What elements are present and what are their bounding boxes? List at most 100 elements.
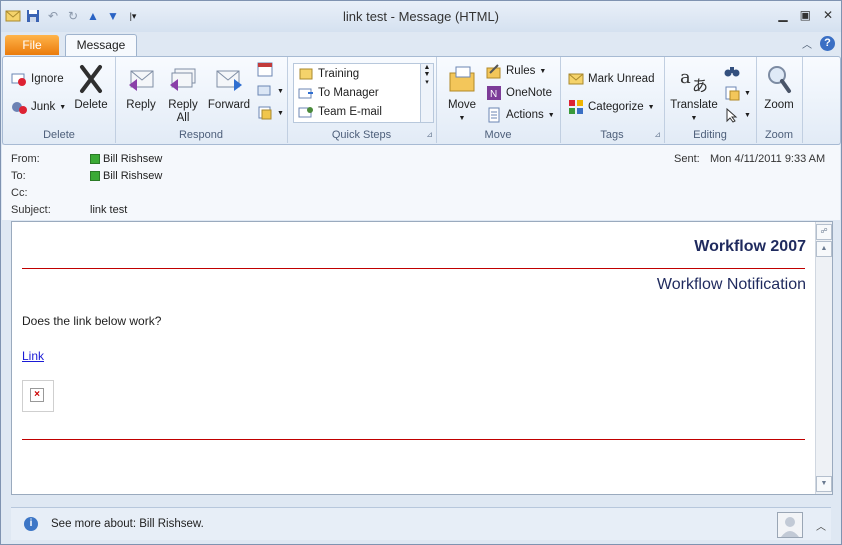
maximize-icon[interactable]: ▣ [800, 8, 811, 22]
cc-label: Cc: [11, 187, 28, 199]
magnifier-icon [763, 63, 795, 95]
tab-message[interactable]: Message [65, 34, 137, 57]
meeting-icon [257, 61, 273, 77]
meeting-button[interactable] [257, 61, 273, 77]
ignore-button[interactable]: Ignore [11, 71, 64, 87]
mark-unread-icon [568, 71, 584, 87]
close-icon[interactable]: ✕ [823, 8, 833, 22]
editing-group: aあ Translate ▼ ▼ ▼ Editing [664, 57, 757, 143]
collapse-ribbon-icon[interactable]: ︿ [802, 36, 812, 51]
svg-text:a: a [680, 67, 691, 88]
reply-all-icon [167, 63, 199, 95]
scroll-up-icon[interactable]: ▲ [816, 241, 832, 257]
cursor-icon [724, 107, 740, 123]
reply-icon [125, 63, 157, 95]
avatar[interactable] [777, 512, 803, 538]
im-button[interactable]: ▼ [257, 83, 284, 99]
training-icon [298, 66, 314, 82]
related-button[interactable]: ▼ [724, 85, 751, 101]
chevron-down-icon: ▼ [744, 89, 751, 97]
more-respond-button[interactable]: ▼ [257, 105, 284, 121]
zoom-group: Zoom Zoom [756, 57, 803, 143]
onenote-icon: N [486, 85, 502, 101]
junk-button[interactable]: Junk ▼ [11, 99, 66, 115]
tags-group-label: Tags [600, 129, 624, 141]
categorize-icon [568, 99, 584, 115]
expand-people-pane-icon[interactable]: ︿ [816, 518, 826, 533]
mark-unread-button[interactable]: Mark Unread [568, 71, 654, 87]
editing-group-label: Editing [693, 129, 727, 141]
translate-icon: aあ [678, 63, 710, 95]
svg-text:あ: あ [692, 76, 708, 95]
presence-icon [90, 171, 100, 181]
svg-text:N: N [490, 89, 497, 100]
people-pane: i See more about: Bill Rishsew. ︿ [11, 507, 831, 540]
dialog-launcher-icon[interactable]: ⊿ [654, 130, 661, 139]
window-title: link test - Message (HTML) [342, 9, 500, 24]
forward-button[interactable]: Forward [205, 63, 253, 112]
chevron-down-icon: ▼ [690, 115, 698, 122]
junk-icon [11, 99, 27, 115]
help-area: ︿ ? [802, 36, 835, 51]
actions-icon [486, 107, 502, 123]
quick-step-training[interactable]: Training [294, 64, 420, 83]
reply-button[interactable]: Reply [121, 63, 161, 112]
from-value[interactable]: Bill Rishsew [90, 153, 162, 165]
find-button[interactable] [724, 63, 740, 79]
select-button[interactable]: ▼ [724, 107, 751, 123]
delete-group-label: Delete [43, 129, 75, 141]
quick-steps-group: Training To Manager Team E-mail ▲ ▼ ▾ Quic… [287, 57, 437, 143]
sent-label: Sent: [674, 153, 700, 165]
reply-all-button[interactable]: Reply All [163, 63, 203, 125]
ignore-icon [11, 71, 27, 87]
binoculars-icon [724, 63, 740, 79]
quick-step-to-manager[interactable]: To Manager [294, 83, 420, 102]
onenote-button[interactable]: N OneNote [486, 85, 552, 101]
ribbon: Ignore Junk ▼ Delete Delete Reply Reply … [2, 56, 841, 145]
info-icon: i [24, 517, 38, 531]
quick-steps-group-label: Quick Steps [331, 129, 392, 141]
see-more-text[interactable]: See more about: Bill Rishsew. [51, 518, 204, 530]
chevron-down-icon: ▼ [647, 103, 655, 111]
chevron-down-icon: ▼ [277, 87, 284, 95]
forward-icon [213, 63, 245, 95]
categorize-button[interactable]: Categorize ▼ [568, 99, 655, 115]
quick-steps-scroll[interactable]: ▲ ▼ ▾ [420, 63, 434, 123]
message-header: From: Bill Rishsew To: Bill Rishsew Cc: … [2, 145, 840, 220]
outlook-message-window: ↶ ↻ ▲ ▼ |▾ link test - Message (HTML) ▁ … [0, 0, 842, 545]
chevron-down-icon: ▼ [539, 67, 547, 75]
delete-button[interactable]: Delete [71, 63, 111, 112]
move-group: Move ▼ Rules ▼ N OneNote Actions ▼ Move [436, 57, 561, 143]
vertical-scrollbar[interactable]: ☍ ▲ ▼ [815, 222, 832, 494]
message-link[interactable]: Link [22, 349, 44, 363]
scroll-down-icon[interactable]: ▼ [816, 476, 832, 492]
title-bar: ↶ ↻ ▲ ▼ |▾ link test - Message (HTML) ▁ … [1, 1, 841, 32]
chevron-down-icon: ▼ [277, 109, 284, 117]
tab-file[interactable]: File [5, 35, 59, 55]
dialog-launcher-icon[interactable]: ⊿ [426, 130, 433, 139]
divider-bottom [22, 439, 805, 440]
chevron-down-icon: ▼ [547, 111, 555, 119]
chevron-down-icon: ▼ [458, 115, 466, 122]
help-icon[interactable]: ? [820, 36, 835, 51]
zoom-button[interactable]: Zoom [760, 63, 798, 112]
workflow-subtitle: Workflow Notification [656, 276, 806, 293]
window-controls: ▁ ▣ ✕ [778, 8, 833, 22]
more-icon [257, 105, 273, 121]
minimize-icon[interactable]: ▁ [778, 8, 787, 22]
translate-button[interactable]: aあ Translate ▼ [668, 63, 720, 125]
sent-value: Mon 4/11/2011 9:33 AM [710, 153, 826, 165]
respond-group-label: Respond [178, 129, 224, 141]
actions-button[interactable]: Actions ▼ [486, 107, 555, 123]
divider-top [22, 268, 805, 269]
scroll-tool-icon[interactable]: ☍ [816, 224, 832, 240]
to-label: To: [11, 170, 26, 182]
quick-step-team-email[interactable]: Team E-mail [294, 102, 420, 121]
tags-group: Mark Unread Categorize ▼ Tags ⊿ [560, 57, 665, 143]
broken-image-icon: × [30, 388, 44, 402]
message-body[interactable]: Workflow 2007 Workflow Notification Does… [11, 221, 833, 495]
to-value[interactable]: Bill Rishsew [90, 170, 162, 182]
move-button[interactable]: Move ▼ [442, 63, 482, 125]
related-icon [724, 85, 740, 101]
rules-button[interactable]: Rules ▼ [486, 63, 546, 79]
